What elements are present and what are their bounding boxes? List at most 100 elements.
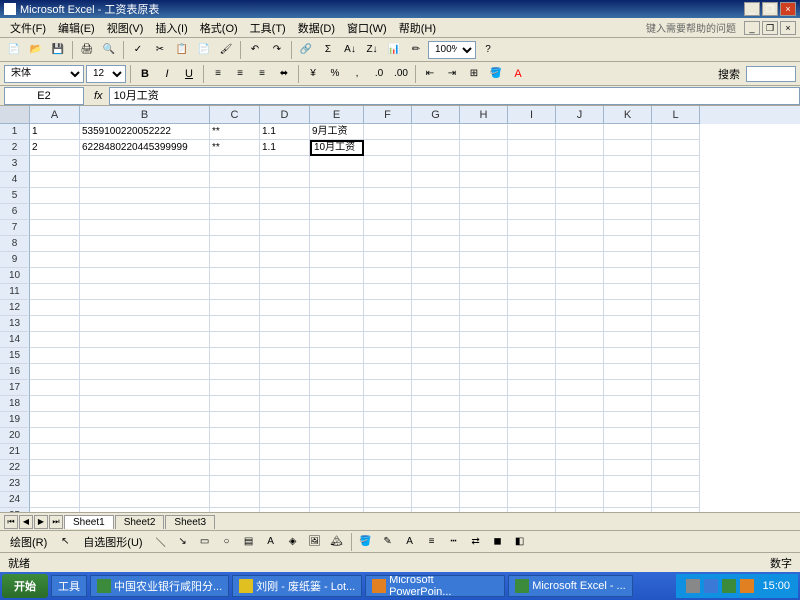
- row-header[interactable]: 8: [0, 236, 30, 252]
- row-header[interactable]: 2: [0, 140, 30, 156]
- cell[interactable]: [364, 396, 412, 412]
- cell[interactable]: [412, 252, 460, 268]
- cell[interactable]: [80, 348, 210, 364]
- cell[interactable]: [260, 508, 310, 512]
- cell[interactable]: [508, 396, 556, 412]
- shadow-icon[interactable]: ◼: [488, 532, 508, 552]
- cell[interactable]: [460, 284, 508, 300]
- row-header[interactable]: 14: [0, 332, 30, 348]
- cell[interactable]: [80, 316, 210, 332]
- cell[interactable]: [260, 268, 310, 284]
- cell[interactable]: [210, 252, 260, 268]
- cell[interactable]: [412, 220, 460, 236]
- cell[interactable]: [364, 220, 412, 236]
- cell[interactable]: [460, 444, 508, 460]
- cell[interactable]: [460, 156, 508, 172]
- cell[interactable]: [364, 364, 412, 380]
- cell[interactable]: [412, 268, 460, 284]
- cell[interactable]: [30, 476, 80, 492]
- inc-decimal-icon[interactable]: .0: [369, 64, 389, 84]
- cell[interactable]: [80, 428, 210, 444]
- cell[interactable]: [210, 444, 260, 460]
- column-header[interactable]: A: [30, 106, 80, 124]
- cell[interactable]: [412, 188, 460, 204]
- row-header[interactable]: 1: [0, 124, 30, 140]
- cell[interactable]: [310, 396, 364, 412]
- hyperlink-icon[interactable]: 🔗: [296, 40, 316, 60]
- cell[interactable]: [310, 460, 364, 476]
- cell[interactable]: [364, 316, 412, 332]
- cell[interactable]: [508, 412, 556, 428]
- cell[interactable]: [556, 220, 604, 236]
- cell[interactable]: [260, 444, 310, 460]
- cell[interactable]: 1: [30, 124, 80, 140]
- cell[interactable]: [508, 348, 556, 364]
- cell[interactable]: [412, 204, 460, 220]
- cell[interactable]: [508, 124, 556, 140]
- oval-icon[interactable]: ○: [217, 532, 237, 552]
- cell[interactable]: [460, 332, 508, 348]
- sheet-nav-prev-icon[interactable]: ◀: [19, 515, 33, 529]
- cell[interactable]: [508, 380, 556, 396]
- row-header[interactable]: 11: [0, 284, 30, 300]
- row-header[interactable]: 4: [0, 172, 30, 188]
- cell[interactable]: [260, 156, 310, 172]
- font-color-draw-icon[interactable]: A: [400, 532, 420, 552]
- cell[interactable]: [412, 412, 460, 428]
- cell[interactable]: [210, 172, 260, 188]
- comma-icon[interactable]: ,: [347, 64, 367, 84]
- cell[interactable]: [260, 316, 310, 332]
- cell[interactable]: [508, 428, 556, 444]
- cell[interactable]: [652, 252, 700, 268]
- cell[interactable]: [80, 252, 210, 268]
- cell[interactable]: [412, 156, 460, 172]
- cell[interactable]: [260, 172, 310, 188]
- cell[interactable]: [210, 220, 260, 236]
- doc-restore-button[interactable]: ❐: [762, 21, 778, 35]
- cell[interactable]: [412, 236, 460, 252]
- cell[interactable]: [30, 268, 80, 284]
- cell[interactable]: [210, 492, 260, 508]
- cell[interactable]: [652, 284, 700, 300]
- cell[interactable]: [310, 508, 364, 512]
- cell[interactable]: [210, 284, 260, 300]
- cell[interactable]: [310, 332, 364, 348]
- tray-icon[interactable]: [740, 579, 754, 593]
- row-header[interactable]: 5: [0, 188, 30, 204]
- taskbar-button[interactable]: 刘刚 - 废纸篓 - Lot...: [232, 575, 362, 597]
- fill-color-icon[interactable]: 🪣: [486, 64, 506, 84]
- cell[interactable]: [412, 428, 460, 444]
- cell[interactable]: [30, 428, 80, 444]
- cell[interactable]: [210, 380, 260, 396]
- cell[interactable]: [556, 412, 604, 428]
- cell[interactable]: **: [210, 140, 260, 156]
- dec-indent-icon[interactable]: ⇤: [420, 64, 440, 84]
- inc-indent-icon[interactable]: ⇥: [442, 64, 462, 84]
- cell[interactable]: [30, 380, 80, 396]
- chart-icon[interactable]: 📊: [384, 40, 404, 60]
- menu-window[interactable]: 窗口(W): [341, 18, 393, 38]
- format-painter-icon[interactable]: 🖌: [216, 40, 236, 60]
- column-header[interactable]: F: [364, 106, 412, 124]
- cell[interactable]: [30, 156, 80, 172]
- cell[interactable]: [80, 364, 210, 380]
- formula-input[interactable]: 10月工资: [109, 87, 800, 105]
- cell[interactable]: [460, 412, 508, 428]
- cell[interactable]: [310, 284, 364, 300]
- autoshapes-menu[interactable]: 自选图形(U): [77, 532, 148, 552]
- cell[interactable]: [210, 428, 260, 444]
- help-icon[interactable]: ?: [478, 40, 498, 60]
- row-header[interactable]: 6: [0, 204, 30, 220]
- row-header[interactable]: 9: [0, 252, 30, 268]
- cell[interactable]: [364, 444, 412, 460]
- line-style-icon[interactable]: ≡: [422, 532, 442, 552]
- cell[interactable]: [652, 220, 700, 236]
- cell[interactable]: [604, 284, 652, 300]
- cell[interactable]: [604, 332, 652, 348]
- fill-color-draw-icon[interactable]: 🪣: [356, 532, 376, 552]
- menu-help[interactable]: 帮助(H): [393, 18, 442, 38]
- row-header[interactable]: 20: [0, 428, 30, 444]
- cell[interactable]: [412, 396, 460, 412]
- name-box[interactable]: E2: [4, 87, 84, 105]
- cell[interactable]: [80, 188, 210, 204]
